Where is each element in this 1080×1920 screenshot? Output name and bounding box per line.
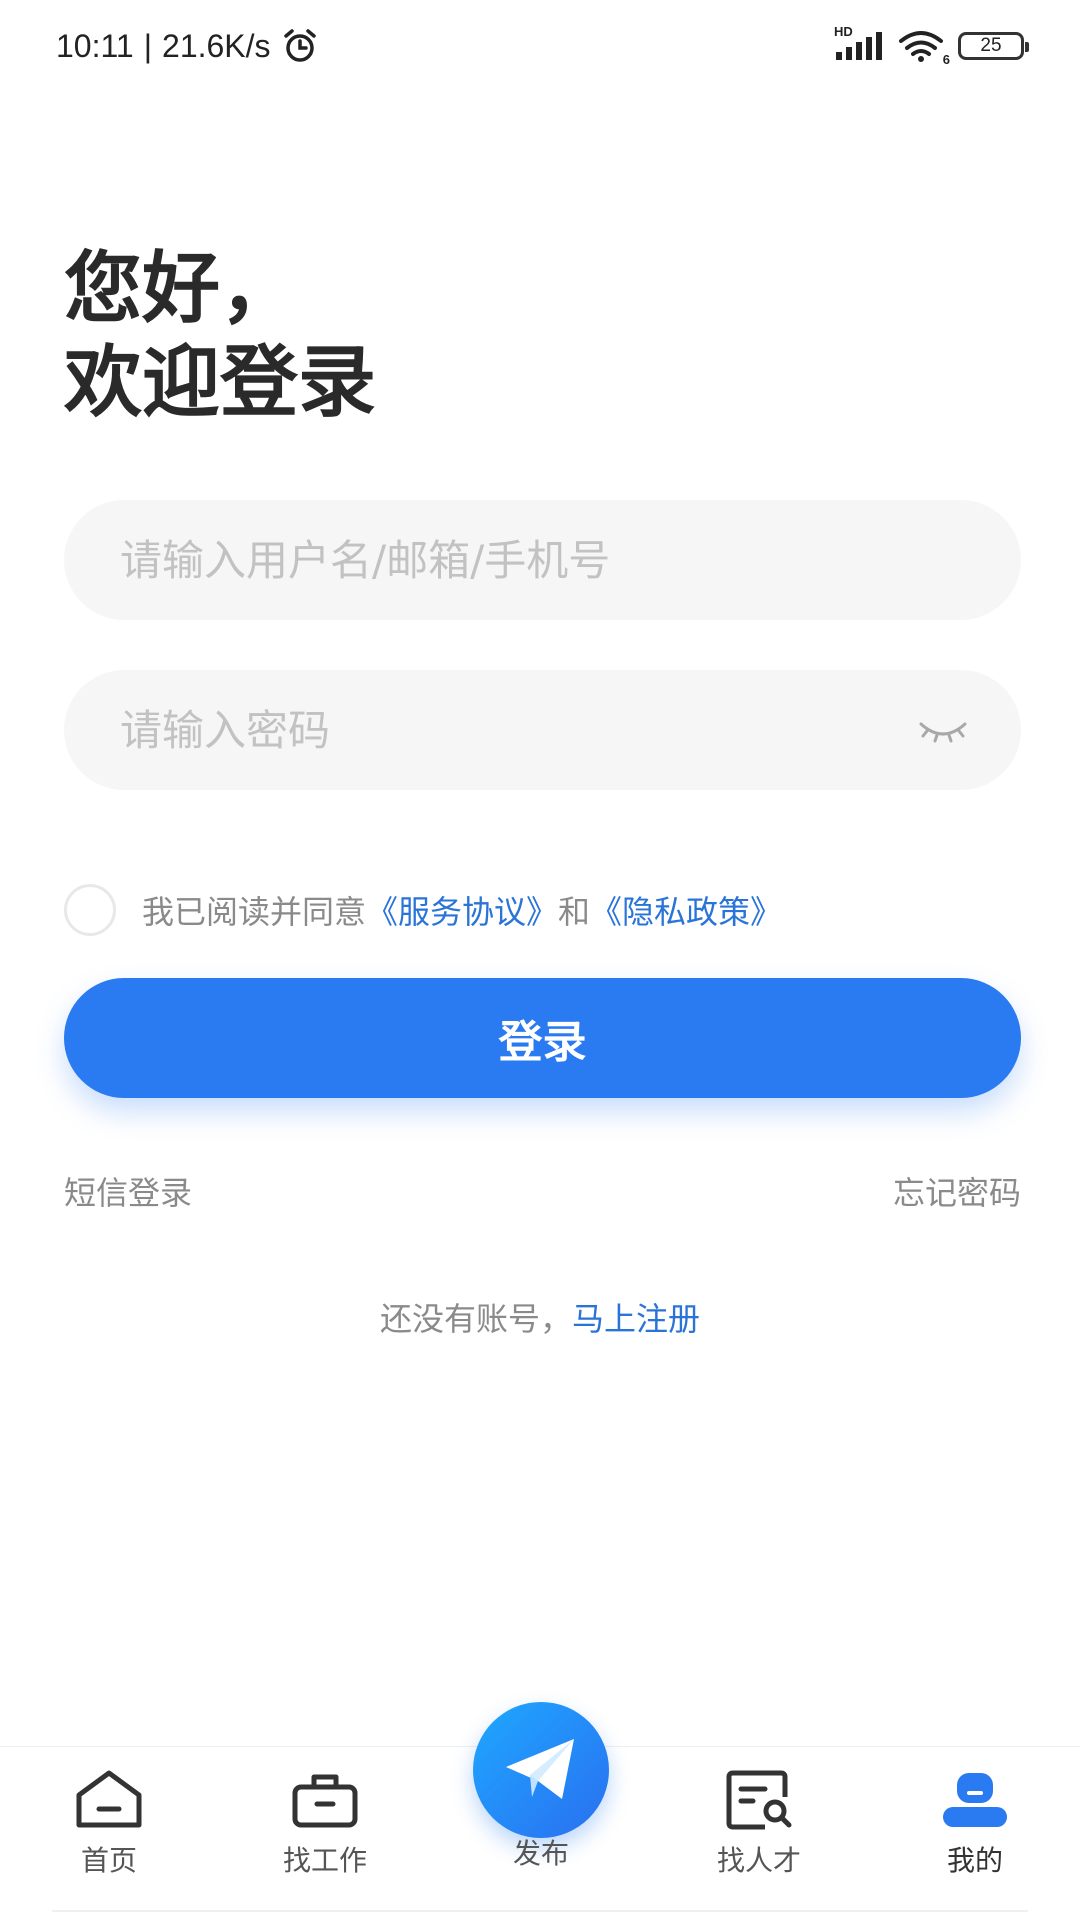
nav-item-home[interactable]: 首页 bbox=[34, 1769, 184, 1879]
agreement-checkbox[interactable] bbox=[64, 884, 116, 936]
nav-item-jobs[interactable]: 找工作 bbox=[250, 1769, 400, 1879]
greeting-line-2: 欢迎登录 bbox=[64, 338, 377, 428]
nav-label-mine: 我的 bbox=[946, 1844, 1003, 1877]
no-account-text: 还没有账号， bbox=[379, 1300, 572, 1338]
agreement-and: 和 bbox=[558, 893, 591, 931]
resume-search-icon bbox=[723, 1769, 795, 1831]
privacy-policy-link[interactable]: 《隐私政策》 bbox=[590, 893, 782, 931]
nav-item-publish[interactable] bbox=[473, 1702, 609, 1838]
username-field[interactable] bbox=[64, 500, 1021, 620]
network-speed: 21.6K/s bbox=[162, 27, 271, 64]
home-icon bbox=[73, 1769, 145, 1831]
briefcase-icon bbox=[289, 1769, 361, 1831]
agreement-row: 我已阅读并同意《服务协议》和《隐私政策》 bbox=[64, 883, 782, 937]
nav-label-talent: 找人才 bbox=[716, 1844, 801, 1877]
agreement-text: 我已阅读并同意《服务协议》和《隐私政策》 bbox=[142, 887, 782, 933]
register-prompt: 还没有账号，马上注册 bbox=[0, 1294, 1080, 1340]
service-agreement-link[interactable]: 《服务协议》 bbox=[366, 893, 558, 931]
home-indicator bbox=[52, 1910, 1028, 1912]
battery-level: 25 bbox=[980, 35, 1002, 56]
welcome-heading: 您好， 欢迎登录 bbox=[64, 242, 376, 430]
status-separator: | bbox=[143, 27, 153, 64]
battery-icon: 25 bbox=[958, 32, 1029, 60]
cellular-signal-icon: HD bbox=[834, 24, 884, 62]
nav-label-jobs: 找工作 bbox=[282, 1844, 367, 1877]
password-input[interactable] bbox=[120, 705, 965, 755]
login-button[interactable]: 登录 bbox=[64, 978, 1021, 1098]
hd-label: HD bbox=[834, 24, 853, 39]
register-link[interactable]: 马上注册 bbox=[572, 1300, 700, 1338]
status-right: HD 6 25 bbox=[834, 24, 1029, 68]
wifi-icon: 6 bbox=[898, 29, 950, 67]
paper-plane-icon bbox=[502, 1735, 580, 1805]
forgot-password-link[interactable]: 忘记密码 bbox=[893, 1168, 1021, 1214]
username-input[interactable] bbox=[120, 535, 965, 585]
wifi-badge: 6 bbox=[942, 52, 950, 67]
alarm-clock-icon bbox=[281, 27, 319, 65]
status-time: 10:11 bbox=[56, 27, 134, 64]
nav-item-talent[interactable]: 找人才 bbox=[684, 1769, 834, 1879]
status-bar: 10:11 | 21.6K/s HD 6 25 bbox=[0, 0, 1080, 90]
profile-icon bbox=[939, 1769, 1011, 1831]
eye-closed-icon[interactable] bbox=[917, 714, 969, 746]
nav-label-home: 首页 bbox=[80, 1844, 137, 1877]
password-field[interactable] bbox=[64, 670, 1021, 790]
sms-login-link[interactable]: 短信登录 bbox=[64, 1168, 192, 1214]
nav-item-mine[interactable]: 我的 bbox=[900, 1769, 1050, 1879]
greeting-line-1: 您好， bbox=[64, 244, 299, 334]
nav-label-publish: 发布 bbox=[512, 1837, 569, 1870]
status-left: 10:11 | 21.6K/s bbox=[56, 22, 319, 70]
agreement-prefix: 我已阅读并同意 bbox=[142, 893, 367, 931]
